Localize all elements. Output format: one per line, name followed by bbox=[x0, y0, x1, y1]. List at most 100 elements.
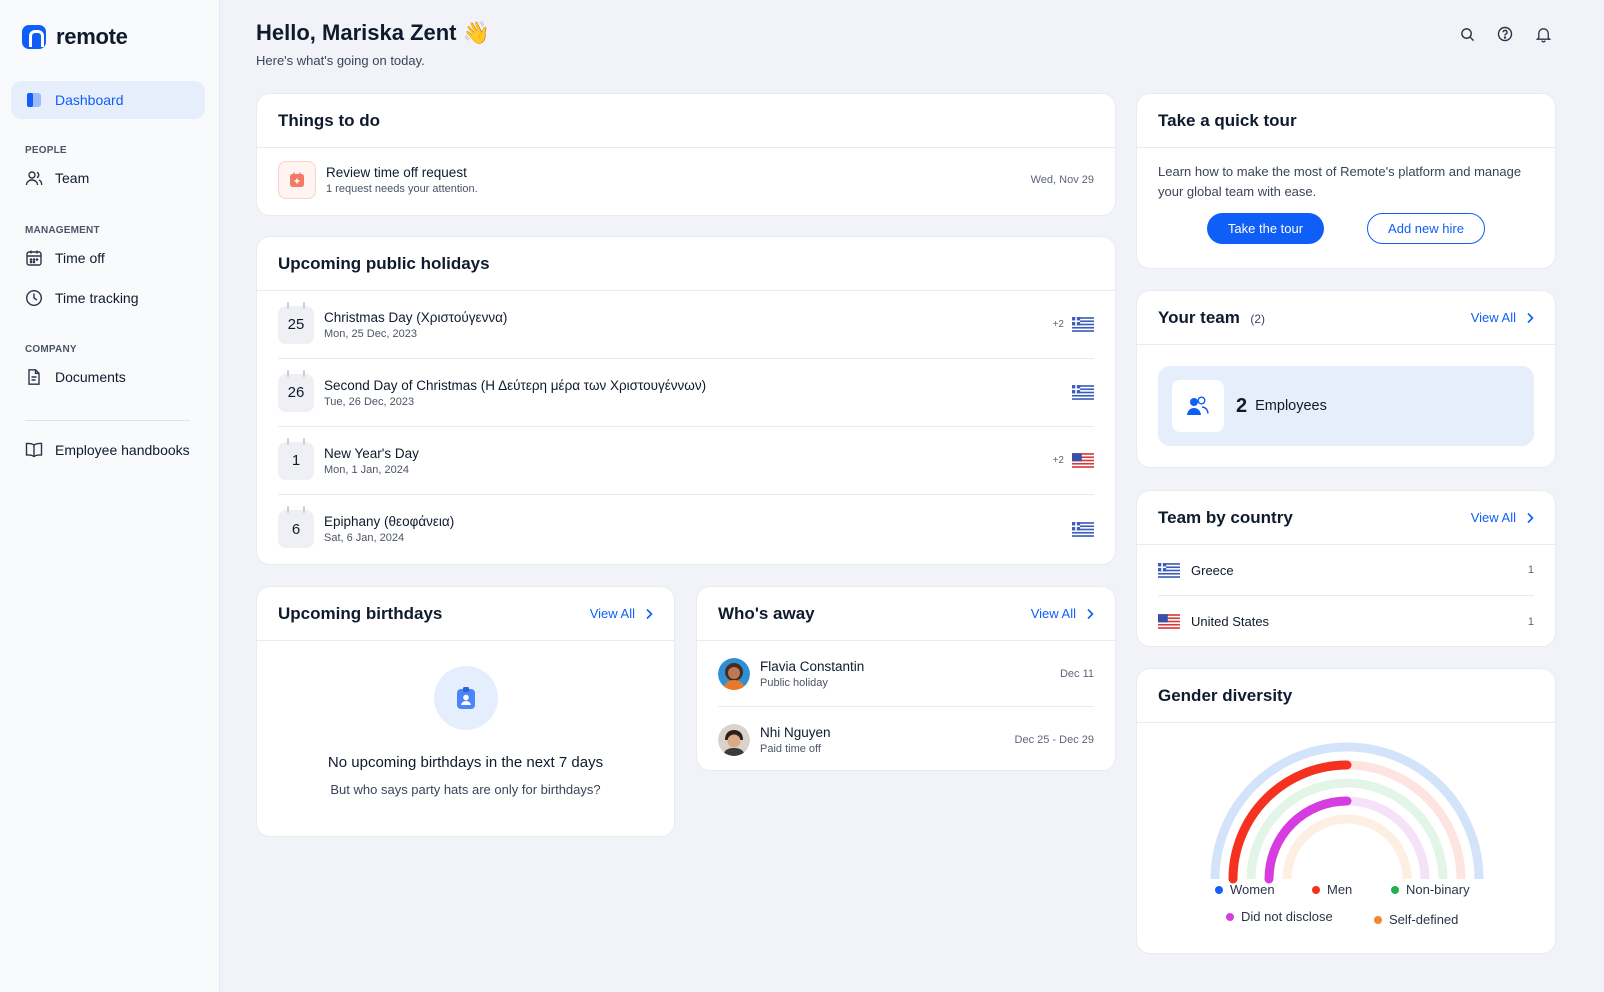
card-title: Upcoming birthdays bbox=[278, 603, 443, 623]
bell-icon[interactable] bbox=[1534, 25, 1552, 43]
card-header: Take a quick tour bbox=[1137, 94, 1555, 148]
your-team-card: Your team (2) View All 2 Employees bbox=[1136, 290, 1556, 468]
self-defined-track-arc bbox=[1282, 814, 1412, 880]
card-title: Gender diversity bbox=[1158, 685, 1293, 705]
todo-item[interactable]: Review time off request 1 request needs … bbox=[257, 148, 1115, 212]
holiday-name: Second Day of Christmas (Η Δεύτερη μέρα … bbox=[324, 377, 707, 393]
holiday-date: Mon, 1 Jan, 2024 bbox=[324, 463, 410, 476]
away-reason: Paid time off bbox=[760, 743, 821, 755]
away-dates: Dec 11 bbox=[1059, 667, 1094, 680]
card-header: Things to do bbox=[257, 94, 1115, 148]
legend-item: Men bbox=[1312, 882, 1352, 897]
card-header: Gender diversity bbox=[1137, 669, 1555, 723]
holiday-day: 6 bbox=[278, 506, 314, 548]
holiday-row[interactable]: 26 Second Day of Christmas (Η Δεύτερη μέ… bbox=[278, 359, 1094, 427]
sidebar-item-time-tracking[interactable]: Time tracking bbox=[11, 279, 205, 317]
card-title: Your team bbox=[1158, 307, 1240, 327]
employees-summary[interactable]: 2 Employees bbox=[1158, 366, 1534, 446]
away-row[interactable]: Nhi Nguyen Paid time off Dec 25 - Dec 29 bbox=[718, 707, 1094, 773]
users-icon bbox=[25, 169, 43, 187]
holiday-row[interactable]: 1 New Year's Day Mon, 1 Jan, 2024 +2 bbox=[278, 427, 1094, 495]
holiday-name: Epiphany (θεοφάνεια) bbox=[324, 514, 455, 529]
country-row[interactable]: United States 1 bbox=[1158, 596, 1534, 647]
away-row[interactable]: Flavia Constantin Public holiday Dec 11 bbox=[718, 641, 1094, 707]
card-header: Upcoming public holidays bbox=[257, 237, 1115, 291]
clock-icon bbox=[25, 289, 43, 307]
greece-flag-icon bbox=[1072, 317, 1094, 332]
legend-item: Did not disclose bbox=[1226, 909, 1333, 924]
badge-icon bbox=[433, 666, 498, 730]
page-title: Hello, Mariska Zent 👋 bbox=[256, 20, 491, 45]
country-view-all-link[interactable]: View All bbox=[1471, 510, 1534, 525]
brand-name: remote bbox=[56, 24, 128, 49]
legend-label: Did not disclose bbox=[1241, 909, 1333, 924]
tour-description: Learn how to make the most of Remote's p… bbox=[1158, 164, 1522, 199]
holiday-row[interactable]: 6 Epiphany (θεοφάνεια) Sat, 6 Jan, 2024 bbox=[278, 495, 1094, 563]
dashboard-icon bbox=[25, 91, 43, 109]
country-count: 1 bbox=[1527, 615, 1534, 628]
employee-label: Employees bbox=[1255, 398, 1327, 414]
greece-flag-icon bbox=[1072, 521, 1094, 537]
holiday-date: Mon, 25 Dec, 2023 bbox=[324, 327, 417, 340]
sidebar-item-time-off[interactable]: Time off bbox=[11, 239, 205, 277]
card-title: Things to do bbox=[278, 110, 380, 130]
time-off-request-icon bbox=[278, 161, 316, 199]
top-toolbar bbox=[1458, 25, 1552, 43]
search-icon[interactable] bbox=[1458, 25, 1476, 43]
holiday-list: 25 Christmas Day (Χριστούγεννα) Mon, 25 … bbox=[257, 291, 1115, 563]
add-new-hire-button[interactable]: Add new hire bbox=[1367, 213, 1485, 244]
legend-item: Self-defined bbox=[1374, 912, 1458, 927]
sidebar-item-employee-handbooks[interactable]: Employee handbooks bbox=[11, 431, 205, 469]
chevron-right-icon bbox=[1087, 608, 1094, 619]
usa-flag-icon bbox=[1072, 453, 1094, 468]
view-all-label: View All bbox=[1030, 606, 1076, 621]
empty-subtitle: But who says party hats are only for bir… bbox=[330, 782, 601, 797]
todo-date: Wed, Nov 29 bbox=[1030, 174, 1094, 186]
logo[interactable]: remote bbox=[22, 24, 128, 50]
avatar bbox=[718, 724, 750, 756]
sidebar-item-team[interactable]: Team bbox=[11, 159, 205, 197]
view-all-label: View All bbox=[1470, 310, 1516, 325]
holiday-name: New Year's Day bbox=[324, 445, 419, 461]
view-all-label: View All bbox=[589, 606, 635, 621]
sidebar-item-label: Employee handbooks bbox=[55, 442, 190, 458]
country-count: 1 bbox=[1527, 564, 1534, 576]
team-view-all-link[interactable]: View All bbox=[1471, 310, 1534, 325]
legend-dot-non-binary bbox=[1391, 885, 1399, 894]
card-title: Team by country bbox=[1158, 507, 1293, 527]
holiday-row[interactable]: 25 Christmas Day (Χριστούγεννα) Mon, 25 … bbox=[278, 291, 1094, 359]
employee-count: 2 bbox=[1236, 394, 1248, 417]
page-subtitle: Here's what's going on today. bbox=[256, 53, 425, 68]
holiday-day: 25 bbox=[278, 301, 314, 344]
whos-away-card: Who's away View All Flavia Constantin Pu… bbox=[696, 586, 1116, 771]
take-tour-button[interactable]: Take the tour bbox=[1207, 213, 1324, 244]
card-title: Take a quick tour bbox=[1158, 110, 1297, 130]
sidebar-item-label: Time off bbox=[55, 250, 105, 266]
card-title: Who's away bbox=[718, 603, 815, 623]
legend-label: Men bbox=[1327, 882, 1353, 897]
legend-label: Women bbox=[1230, 882, 1275, 897]
legend-label: Self-defined bbox=[1389, 912, 1459, 927]
greece-flag-icon bbox=[1072, 385, 1094, 400]
things-to-do-card: Things to do Review time off request 1 r… bbox=[256, 93, 1116, 216]
legend-dot-men bbox=[1312, 885, 1320, 894]
nav-section-management: MANAGEMENT bbox=[25, 225, 100, 236]
help-icon[interactable] bbox=[1496, 25, 1514, 43]
country-row[interactable]: Greece 1 bbox=[1158, 545, 1534, 596]
extra-countries-badge: +2 bbox=[1052, 319, 1064, 330]
sidebar-item-documents[interactable]: Documents bbox=[11, 358, 205, 396]
gender-diversity-chart bbox=[1210, 742, 1484, 884]
card-title: Upcoming public holidays bbox=[278, 253, 490, 273]
country-name: United States bbox=[1191, 614, 1270, 629]
todo-title: Review time off request bbox=[326, 165, 467, 180]
calendar-icon bbox=[25, 249, 43, 267]
team-icon bbox=[1172, 380, 1224, 432]
book-icon bbox=[25, 441, 43, 459]
holiday-day: 1 bbox=[278, 437, 314, 480]
card-header: Your team (2) View All bbox=[1137, 291, 1555, 345]
remote-logo-icon bbox=[22, 25, 46, 49]
away-view-all-link[interactable]: View All bbox=[1031, 606, 1094, 621]
birthdays-view-all-link[interactable]: View All bbox=[590, 606, 653, 621]
sidebar-item-dashboard[interactable]: Dashboard bbox=[11, 81, 205, 119]
away-reason: Public holiday bbox=[760, 676, 828, 689]
